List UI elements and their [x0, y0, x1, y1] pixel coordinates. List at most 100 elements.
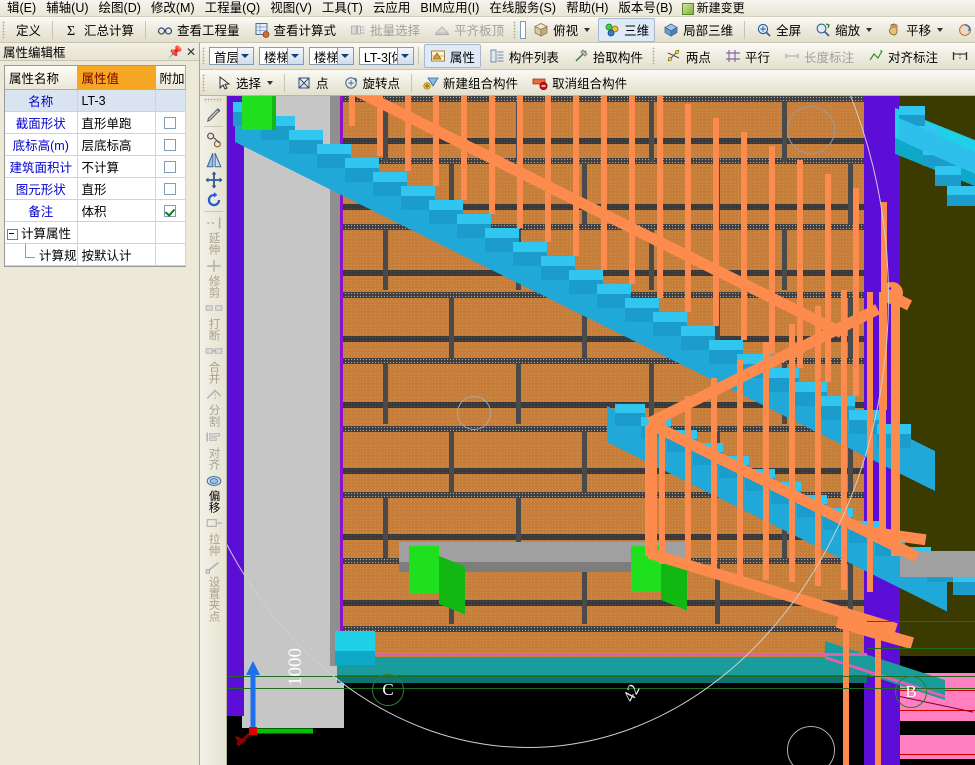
chevron-down-icon[interactable] [584, 28, 590, 32]
chevron-down-icon[interactable] [937, 28, 943, 32]
close-icon[interactable]: ✕ [183, 44, 199, 59]
define-button[interactable]: 定义 [10, 18, 47, 42]
menu-item-2[interactable]: 绘图(D) [94, 1, 146, 16]
three-d-button[interactable]: 三维 [598, 18, 655, 42]
dimension-span-button[interactable] [946, 44, 974, 68]
chevron-down-icon[interactable] [267, 81, 273, 85]
vtool-extend[interactable]: 延伸 [201, 214, 226, 257]
chevron-down-icon[interactable] [525, 22, 526, 38]
subcategory-combo[interactable]: 楼梯 [309, 47, 354, 65]
vtool-mirror-icon[interactable] [201, 149, 226, 169]
floor-scope-combo[interactable]: 当前楼层 [520, 21, 526, 39]
new-change-button[interactable]: 新建变更 [678, 1, 749, 16]
vtool-offset[interactable]: 偏移 [201, 472, 226, 515]
vtool-align[interactable]: 对齐 [201, 429, 226, 472]
attach-checkbox[interactable] [164, 117, 176, 129]
collapse-toggle-icon[interactable] [7, 229, 18, 240]
toolbar2-grip[interactable] [202, 47, 205, 65]
rotate-point-button[interactable]: 旋转点 [337, 71, 407, 95]
flush-slab-top-button[interactable]: 平齐板顶 [428, 18, 510, 42]
view-formula-button[interactable]: 查看计算式 [248, 18, 343, 42]
vtool-move-icon[interactable] [201, 169, 226, 189]
vtool-merge[interactable]: 合并 [201, 343, 226, 386]
vtool-split[interactable]: 分割 [201, 386, 226, 429]
attach-checkbox[interactable] [164, 139, 176, 151]
menu-item-11[interactable]: 版本号(B) [613, 1, 677, 16]
pan-button[interactable]: 平移 [880, 18, 949, 42]
vtool-pen-icon[interactable] [201, 104, 226, 124]
property-value[interactable]: 按默认计 [77, 244, 155, 266]
toolbar-grip[interactable] [2, 21, 5, 39]
two-point-button[interactable]: 两点 [660, 44, 717, 68]
chevron-down-icon[interactable] [237, 48, 253, 64]
toolbar-grip-2[interactable] [513, 21, 516, 39]
table-row[interactable]: 计算属性 [5, 222, 185, 244]
vtoolbar-grip[interactable] [204, 98, 222, 102]
screen-rotate-button[interactable]: 屏幕旋 [951, 18, 975, 42]
zoom-button[interactable]: 缩放 [809, 18, 878, 42]
local-three-d-button[interactable]: 局部三维 [657, 18, 739, 42]
align-dim-button[interactable]: 对齐标注 [862, 44, 944, 68]
floor-combo[interactable]: 首层 [209, 47, 254, 65]
cancel-combo-component-button[interactable]: 取消组合构件 [526, 71, 633, 95]
menu-item-3[interactable]: 修改(M) [146, 1, 200, 16]
table-row[interactable]: 截面形状 直形单跑 [5, 112, 185, 134]
menu-item-7[interactable]: 云应用 [368, 1, 416, 16]
category-combo[interactable]: 楼梯 [259, 47, 304, 65]
property-value[interactable]: LT-3 [77, 90, 155, 112]
vtool-break[interactable]: 打断 [201, 300, 226, 343]
vtool-set-grip[interactable]: 设置夹点 [201, 558, 226, 624]
column-header-attach[interactable]: 附加 [155, 66, 185, 90]
menu-item-9[interactable]: 在线服务(S) [484, 1, 561, 16]
vtool-rotate-icon[interactable] [201, 189, 226, 209]
summary-calc-button[interactable]: Σ 汇总计算 [58, 18, 140, 42]
attributes-button[interactable]: 属性 [424, 44, 481, 68]
length-dim-button[interactable]: 长度标注 [778, 44, 860, 68]
select-tool-button[interactable]: 选择 [210, 71, 279, 95]
axis-bubble-b[interactable]: B [895, 676, 927, 708]
fullscreen-button[interactable]: 全屏 [750, 18, 807, 42]
pin-icon[interactable]: 📌 [167, 44, 183, 59]
chevron-down-icon[interactable] [866, 28, 872, 32]
property-value[interactable]: 层底标高 [77, 134, 155, 156]
point-tool-button[interactable]: 点 [290, 71, 335, 95]
toolbar2-grip-2[interactable] [652, 47, 655, 65]
menu-item-8[interactable]: BIM应用(I) [415, 1, 484, 16]
table-row[interactable]: 备注 体积 [5, 200, 185, 222]
batch-select-button[interactable]: 批量选择 [344, 18, 426, 42]
attach-checkbox[interactable] [164, 183, 176, 195]
property-value[interactable]: 直形 [77, 178, 155, 200]
chevron-down-icon[interactable] [337, 48, 353, 64]
menu-item-5[interactable]: 视图(V) [265, 1, 317, 16]
parallel-button[interactable]: 平行 [719, 44, 776, 68]
table-row[interactable]: 建筑面积计 不计算 [5, 156, 185, 178]
view-quantity-button[interactable]: 查看工程量 [151, 18, 246, 42]
chevron-down-icon[interactable] [287, 48, 303, 64]
menu-item-10[interactable]: 帮助(H) [561, 1, 613, 16]
new-combo-component-button[interactable]: 新建组合构件 [417, 71, 524, 95]
column-header-value[interactable]: 属性值 [77, 66, 155, 90]
top-view-button[interactable]: 俯视 [527, 18, 596, 42]
menu-item-0[interactable]: 辑(E) [2, 1, 41, 16]
three-d-viewport[interactable]: 1000 42 C B [227, 96, 975, 765]
property-value[interactable]: 体积 [77, 200, 155, 222]
property-value[interactable]: 不计算 [77, 156, 155, 178]
vtool-trim[interactable]: 修剪 [201, 257, 226, 300]
attach-checkbox[interactable] [164, 161, 176, 173]
vtool-stretch[interactable]: 拉伸 [201, 515, 226, 558]
menu-item-6[interactable]: 工具(T) [317, 1, 368, 16]
table-row[interactable]: 名称 LT-3 [5, 90, 185, 112]
chevron-down-icon[interactable] [397, 48, 413, 64]
table-row[interactable]: 底标高(m) 层底标高 [5, 134, 185, 156]
table-row[interactable]: 计算规则 按默认计 [5, 244, 185, 266]
menu-item-1[interactable]: 辅轴(U) [41, 1, 93, 16]
table-row[interactable]: 图元形状 直形 [5, 178, 185, 200]
toolbar3-grip[interactable] [202, 74, 205, 92]
attach-checkbox[interactable] [164, 205, 176, 217]
vtool-offset-copy-icon[interactable] [201, 129, 226, 149]
component-list-button[interactable]: 构件列表 [483, 44, 565, 68]
axis-bubble-c[interactable]: C [372, 674, 404, 706]
property-value[interactable]: 直形单跑 [77, 112, 155, 134]
column-header-name[interactable]: 属性名称 [5, 66, 77, 90]
menu-item-4[interactable]: 工程量(Q) [200, 1, 266, 16]
